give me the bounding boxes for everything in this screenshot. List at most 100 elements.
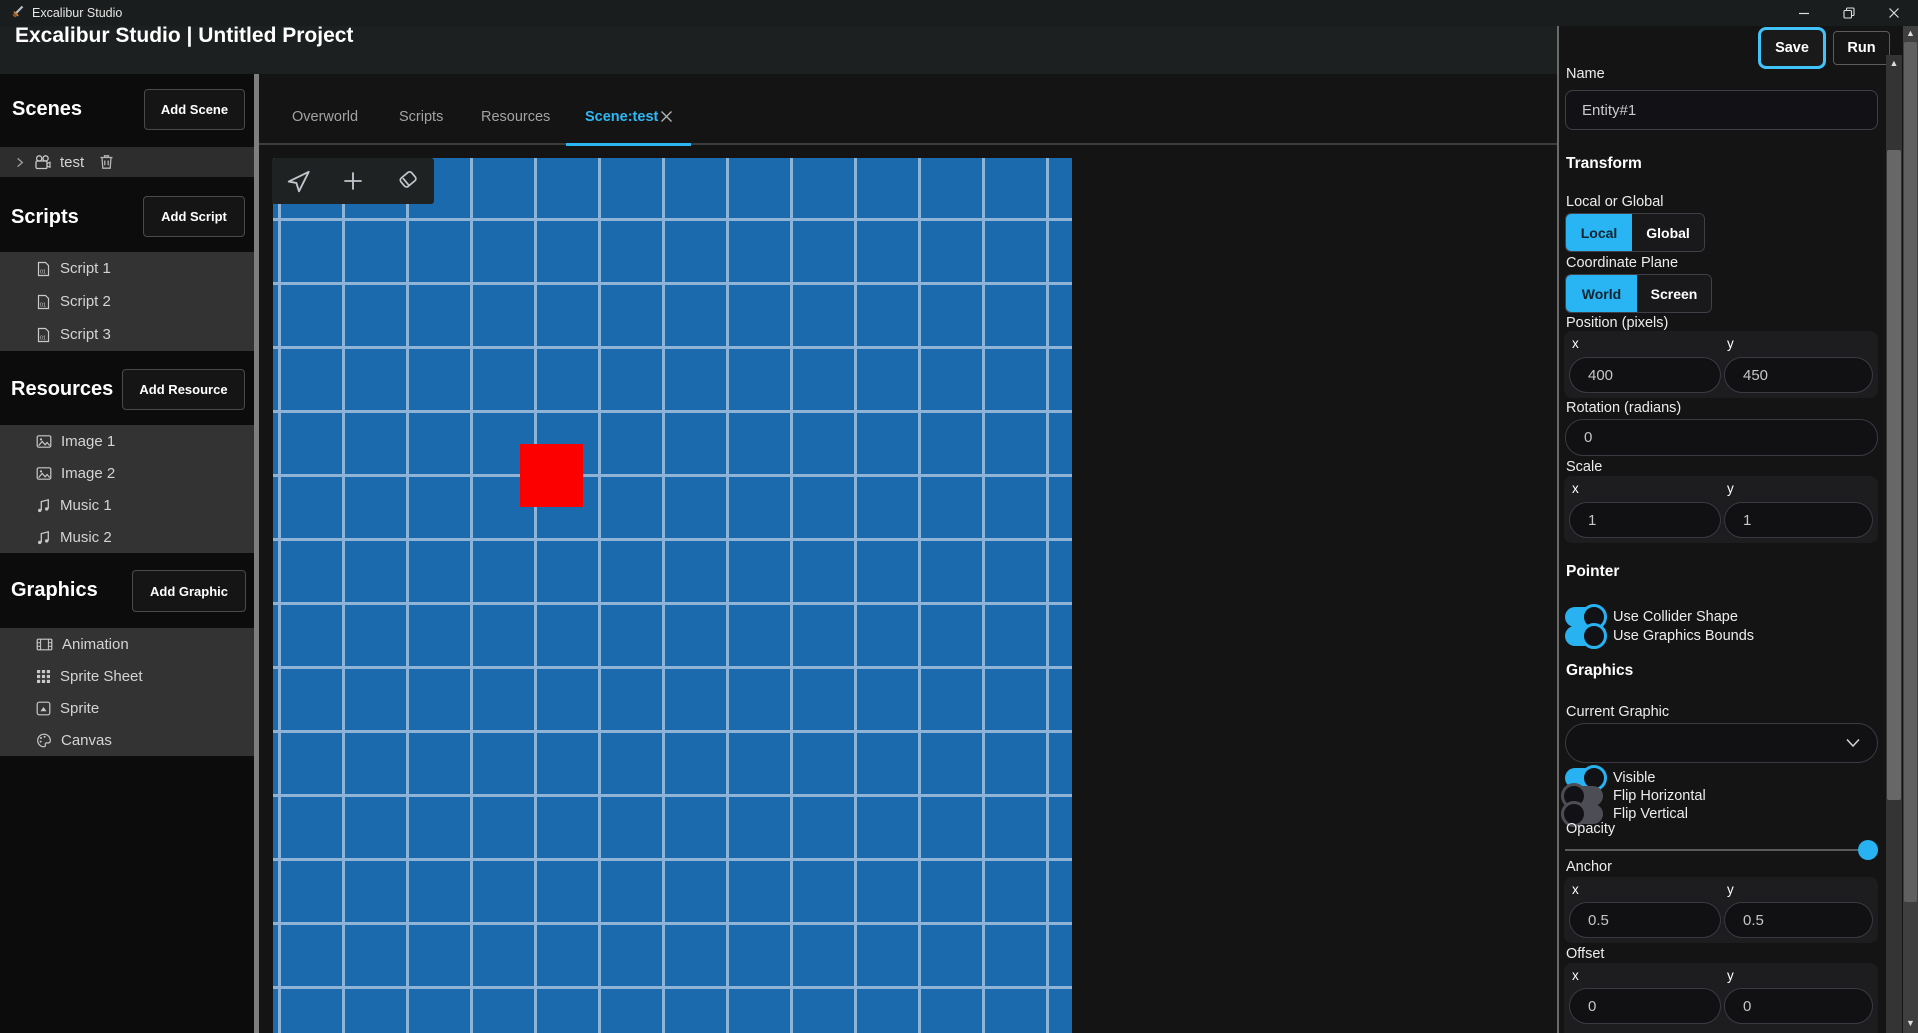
graphic-item[interactable]: Animation: [0, 628, 254, 660]
svg-text:01: 01: [40, 302, 46, 308]
window-scrollbar[interactable]: ▲ ▼: [1903, 26, 1918, 1033]
rotation-input[interactable]: [1565, 419, 1878, 456]
position-x-input[interactable]: [1569, 357, 1721, 393]
image-icon: [36, 466, 52, 481]
local-global-label: Local or Global: [1566, 194, 1664, 210]
tab-scene-test[interactable]: Scene:test: [585, 102, 658, 132]
chevron-right-icon[interactable]: [14, 157, 25, 168]
graphic-item[interactable]: Sprite Sheet: [0, 660, 254, 692]
resource-item[interactable]: Music 1: [0, 489, 254, 521]
position-y-input[interactable]: [1724, 357, 1873, 393]
anchor-label: Anchor: [1566, 859, 1612, 875]
project-title: Excalibur Studio | Untitled Project: [15, 24, 353, 48]
script-item[interactable]: 01 Script 2: [0, 285, 254, 318]
window-title: Excalibur Studio: [32, 0, 122, 26]
current-graphic-label: Current Graphic: [1566, 704, 1669, 720]
offset-x-input[interactable]: [1569, 988, 1721, 1024]
scroll-down-icon[interactable]: ▼: [1903, 1015, 1918, 1031]
add-tool-button[interactable]: [339, 167, 367, 195]
add-graphic-button[interactable]: Add Graphic: [132, 570, 246, 612]
maximize-button[interactable]: [1826, 0, 1871, 26]
opacity-slider-thumb[interactable]: [1858, 840, 1878, 860]
tab-underline: [259, 143, 1557, 145]
eraser-icon: [394, 168, 420, 194]
tab-resources[interactable]: Resources: [481, 102, 550, 132]
graphics-section-title: Graphics: [11, 579, 98, 602]
minimize-button[interactable]: [1781, 0, 1826, 26]
scroll-up-icon[interactable]: ▲: [1903, 26, 1918, 40]
add-scene-button[interactable]: Add Scene: [144, 89, 245, 130]
scene-item-label: test: [60, 154, 84, 171]
eraser-tool-button[interactable]: [393, 167, 421, 195]
palette-icon: [36, 733, 52, 748]
script-file-icon: 01: [36, 294, 51, 310]
scene-viewport[interactable]: [273, 158, 1072, 1033]
tab-overworld[interactable]: Overworld: [292, 102, 358, 132]
script-item-label: Script 2: [60, 293, 111, 310]
resources-section-title: Resources: [11, 378, 113, 401]
current-graphic-dropdown[interactable]: [1565, 723, 1878, 763]
add-resource-button[interactable]: Add Resource: [122, 369, 245, 410]
graphics-heading: Graphics: [1566, 662, 1633, 680]
trash-icon[interactable]: [99, 154, 114, 170]
add-script-button[interactable]: Add Script: [143, 196, 245, 237]
offset-y-input[interactable]: [1724, 988, 1873, 1024]
anchor-y-label: y: [1727, 882, 1734, 897]
transform-heading: Transform: [1566, 155, 1642, 173]
scripts-list: 01 Script 1 01 Script 2 01 Script 3: [0, 252, 254, 351]
position-x-label: x: [1572, 336, 1579, 351]
run-button[interactable]: Run: [1833, 31, 1890, 65]
script-file-icon: 01: [36, 261, 51, 277]
picture-icon: [36, 701, 51, 716]
sidebar-scrollbar[interactable]: [254, 74, 259, 1033]
resource-item[interactable]: Image 2: [0, 457, 254, 489]
graphic-item-label: Sprite: [60, 700, 99, 717]
entity-name-input[interactable]: [1565, 90, 1878, 130]
anchor-x-label: x: [1572, 882, 1579, 897]
panel-divider[interactable]: [1557, 26, 1559, 1033]
panel-scrollbar-thumb[interactable]: [1887, 150, 1901, 800]
entity-red-square[interactable]: [520, 444, 583, 507]
graphic-item[interactable]: Sprite: [0, 692, 254, 724]
save-button[interactable]: Save: [1758, 27, 1826, 69]
use-graphics-bounds-toggle[interactable]: [1565, 626, 1603, 646]
anchor-x-input[interactable]: [1569, 902, 1721, 938]
plane-option-screen[interactable]: Screen: [1637, 275, 1711, 312]
music-note-icon: [36, 530, 51, 545]
anchor-y-input[interactable]: [1724, 902, 1873, 938]
script-item[interactable]: 01 Script 3: [0, 318, 254, 351]
position-group: x y: [1564, 331, 1878, 398]
graphic-item-label: Canvas: [61, 732, 112, 749]
window-scrollbar-thumb[interactable]: [1904, 42, 1917, 902]
scene-item-test[interactable]: test: [0, 147, 254, 177]
select-tool-button[interactable]: [285, 167, 313, 195]
tab-close-icon[interactable]: [659, 109, 674, 124]
scale-y-input[interactable]: [1724, 502, 1873, 538]
space-segmented-control: Local Global: [1565, 213, 1705, 252]
script-item[interactable]: 01 Script 1: [0, 252, 254, 285]
close-button[interactable]: [1871, 0, 1916, 26]
scale-y-label: y: [1727, 481, 1734, 496]
resource-item[interactable]: Image 1: [0, 425, 254, 457]
opacity-slider-track[interactable]: [1565, 849, 1877, 851]
anchor-group: x y: [1564, 877, 1878, 943]
use-collider-shape-label: Use Collider Shape: [1613, 609, 1738, 625]
use-graphics-bounds-label: Use Graphics Bounds: [1613, 628, 1754, 644]
grid-icon: [36, 669, 51, 684]
resource-item[interactable]: Music 2: [0, 521, 254, 553]
scenes-section-title: Scenes: [12, 98, 82, 121]
svg-text:01: 01: [40, 335, 46, 341]
minimize-icon: [1798, 7, 1810, 19]
plus-icon: [340, 168, 366, 194]
graphic-item[interactable]: Canvas: [0, 724, 254, 756]
panel-scrollbar[interactable]: ▲: [1886, 55, 1902, 1033]
space-option-global[interactable]: Global: [1632, 214, 1704, 251]
use-graphics-bounds-row: Use Graphics Bounds: [1565, 626, 1754, 646]
space-option-local[interactable]: Local: [1566, 214, 1632, 251]
name-label: Name: [1566, 66, 1605, 82]
tab-scripts[interactable]: Scripts: [399, 102, 443, 132]
scroll-up-icon[interactable]: ▲: [1886, 55, 1902, 71]
plane-option-world[interactable]: World: [1566, 275, 1637, 312]
scale-x-input[interactable]: [1569, 502, 1721, 538]
scale-label: Scale: [1566, 459, 1602, 475]
